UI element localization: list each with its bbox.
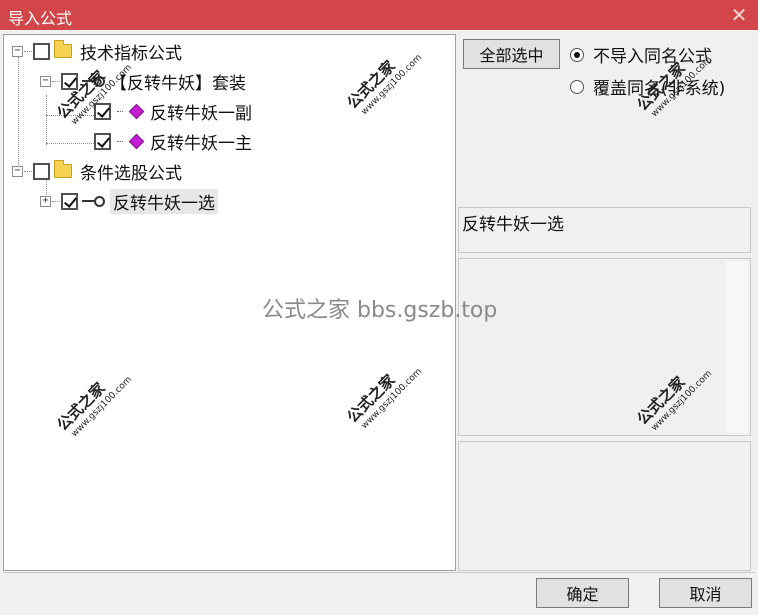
tree-connector [52,200,60,202]
tree-checkbox[interactable] [94,102,111,120]
cancel-button[interactable]: 取消 [659,578,752,608]
tree-node-screening-formula[interactable]: + 反转牛妖一选 [40,188,218,214]
tree-connector [46,143,96,144]
tree-checkbox[interactable] [61,192,78,210]
radio-overwrite-duplicates[interactable]: 覆盖同名(非系统) [570,74,725,99]
tree-connector [24,170,32,172]
select-all-button[interactable]: 全部选中 [463,39,560,69]
tree-node-label: 技术指标公式 [80,43,182,64]
collapse-icon[interactable]: − [12,165,23,177]
tree-connector [117,140,123,142]
window-title: 导入公式 [8,9,73,28]
tree-connector [46,95,47,145]
scroll-track [726,261,748,433]
formula-gem-icon [128,103,145,119]
formula-name-box: 反转牛妖一选 [458,207,751,253]
tree-connector [46,115,96,116]
key-icon [82,76,105,87]
tree-node-formula[interactable]: 反转牛妖一副 [94,99,252,124]
formula-detail-box [458,441,751,571]
ok-button[interactable]: 确定 [536,578,629,608]
tree-node-label: 反转牛妖一副 [150,103,252,124]
radio-button[interactable] [570,79,584,94]
folder-icon [54,40,72,58]
tree-node-formula[interactable]: 反转牛妖一主 [94,129,252,154]
tree-node-indicator-folder[interactable]: − 技术指标公式 [12,39,182,64]
formula-tree[interactable]: − 技术指标公式 − 【反转牛妖】套装 反转牛妖一副 反转牛妖一主 − 条件选股… [3,34,456,571]
collapse-icon[interactable]: − [12,45,23,57]
tree-checkbox[interactable] [61,72,78,90]
key-icon [82,196,105,207]
tree-node-suite[interactable]: − 【反转牛妖】套装 [40,69,246,94]
radio-label: 不导入同名公式 [593,47,712,67]
tree-node-label: 【反转牛妖】套装 [110,73,246,94]
tree-connector [52,80,60,82]
formula-gem-icon [128,133,145,149]
radio-skip-duplicates[interactable]: 不导入同名公式 [570,42,712,67]
tree-node-label: 条件选股公式 [80,163,182,184]
radio-button[interactable] [570,47,584,62]
radio-label: 覆盖同名(非系统) [593,79,726,99]
dialog-footer [3,572,755,612]
collapse-icon[interactable]: − [40,75,51,87]
tree-checkbox[interactable] [33,42,50,60]
title-bar: 导入公式 ✕ [0,0,758,30]
tree-node-label: 反转牛妖一主 [150,133,252,154]
tree-checkbox[interactable] [94,132,111,150]
formula-name: 反转牛妖一选 [462,215,564,235]
tree-node-screening-folder[interactable]: − 条件选股公式 [12,159,182,184]
close-icon[interactable]: ✕ [726,2,752,28]
tree-node-label: 反转牛妖一选 [110,188,218,214]
tree-connector [18,57,19,169]
formula-description-box [458,258,751,436]
expand-icon[interactable]: + [40,195,51,207]
folder-icon [54,160,72,178]
tree-connector [24,50,32,52]
tree-connector [117,110,123,112]
tree-checkbox[interactable] [33,162,50,180]
